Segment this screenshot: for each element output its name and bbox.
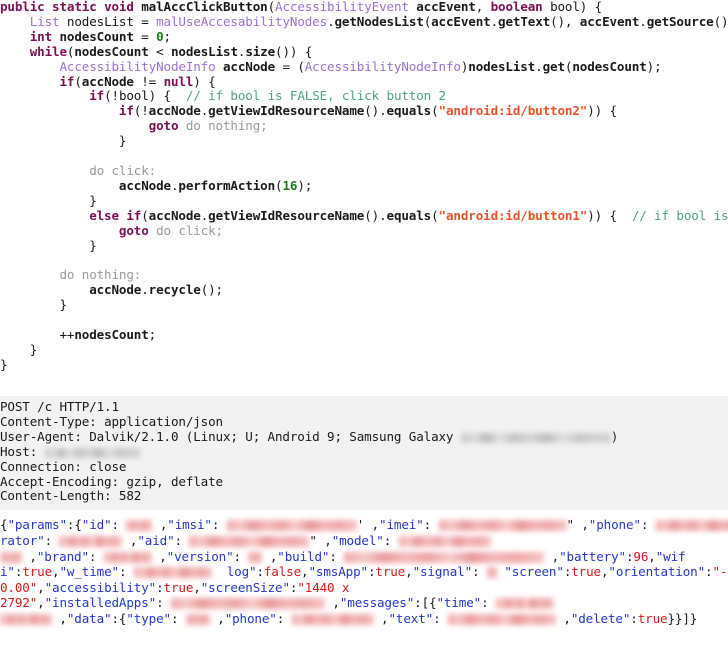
code-line: } (0, 356, 8, 372)
http-header-value: 582 (118, 488, 142, 504)
json-payload-panel: {"params":{"id": ,"imsi": ' ,"imei": " ,… (0, 510, 728, 627)
http-header-value: Dalvik/2.1.0 (Linux; U; Android 9; Samsu… (89, 428, 461, 444)
code-line: ++nodesCount; (59, 326, 157, 342)
code-line: } (118, 133, 127, 149)
code-line: accNode.recycle(); (89, 282, 223, 298)
code-line: if(!bool) { // if bool is FALSE, click b… (89, 88, 446, 104)
json-line: ,"brand": ,"version": ,"build": ,"batter… (0, 549, 728, 565)
code-line: int nodesCount = 0; (29, 28, 171, 44)
code-line: goto do nothing; (148, 118, 268, 134)
redacted-value-brand (103, 551, 152, 563)
http-header-value: close (89, 458, 127, 474)
http-header-accept-encoding: Accept-Encoding: gzip, deflate (0, 473, 728, 490)
http-header-user-agent: User-Agent: Dalvik/2.1.0 (Linux; U; Andr… (0, 428, 728, 445)
code-line: if(!accNode.getViewIdResourceName().equa… (118, 103, 617, 119)
http-request-panel: POST /c HTTP/1.1 Content-Type: applicati… (0, 396, 728, 511)
http-header-name: Content-Type: (0, 413, 105, 429)
code-line: } (59, 297, 67, 313)
code-line: do click: (89, 162, 157, 178)
code-line: } (89, 192, 97, 208)
http-request-line: POST /c HTTP/1.1 (0, 399, 119, 414)
http-header-name: Accept-Encoding: (0, 473, 127, 489)
http-header-value: gzip, deflate (126, 473, 223, 489)
json-line: 2792","installedApps": ,"messages":[{"ti… (0, 595, 728, 611)
json-line: i":true,"w_time": log":false,"smsApp":tr… (0, 564, 728, 580)
http-header-value-suffix: ) (610, 428, 619, 444)
redacted-host (44, 447, 140, 458)
redacted-value-text (447, 613, 556, 625)
redacted-value-installed-apps (170, 598, 325, 610)
http-header-connection: Connection: close (0, 458, 728, 475)
http-header-content-length: Content-Length: 582 (0, 488, 728, 504)
http-header-content-type: Content-Type: application/json (0, 413, 728, 430)
redacted-value-signal (486, 567, 497, 579)
redacted-value-imei (438, 520, 567, 532)
redacted-value-time-cont (0, 613, 52, 625)
redacted-value-msg-phone (291, 613, 374, 625)
code-snippet-panel: public static void malAccClickButton(Acc… (0, 0, 728, 396)
http-header-name: Host: (0, 443, 45, 459)
code-line: else if(accNode.getViewIdResourceName().… (89, 207, 728, 223)
code-line: do nothing: (59, 267, 142, 283)
redacted-value-model (398, 535, 491, 547)
code-line: List nodesList = malUseAccesabilityNodes… (29, 13, 728, 29)
code-line: public static void malAccClickButton(Acc… (0, 0, 603, 14)
code-line: AccessibilityNodeInfo accNode = (Accessi… (59, 58, 662, 74)
http-header-host: Host: (0, 443, 728, 460)
http-header-name: Content-Length: (0, 488, 119, 504)
code-line: goto do click; (118, 222, 223, 238)
redacted-value-phone (655, 520, 728, 532)
http-header-name: User-Agent: (0, 428, 90, 444)
redacted-value-model-cont (0, 551, 22, 563)
json-line: rator": ,"aid": " ,"model": (0, 533, 728, 549)
redacted-value-operator (59, 535, 123, 547)
json-line: 0.00","accessibility":true,"screenSize":… (0, 579, 350, 595)
redacted-value-build (344, 551, 545, 563)
code-line: accNode.performAction(16); (118, 177, 313, 193)
redacted-value-imsi (226, 520, 357, 532)
code-line: if(accNode != null) { (59, 73, 216, 89)
redacted-value-id (126, 520, 153, 532)
redacted-value-aid (189, 535, 310, 547)
http-header-value: application/json (104, 413, 223, 429)
http-header-name: Connection: (0, 458, 90, 474)
redacted-value-time (495, 598, 554, 610)
code-line: while(nodesCount < nodesList.size()) { (29, 43, 313, 59)
code-line: } (29, 341, 38, 357)
code-line: } (89, 237, 97, 253)
redacted-value-type (185, 613, 210, 625)
redacted-value-version (248, 551, 263, 563)
json-line: {"params":{"id": ,"imsi": ' ,"imei": " ,… (0, 517, 728, 533)
json-line: ,"data":{"type": ,"phone": ,"text": ,"de… (0, 611, 728, 627)
redacted-value-w-time (133, 567, 212, 579)
redacted-device-model (460, 432, 611, 443)
